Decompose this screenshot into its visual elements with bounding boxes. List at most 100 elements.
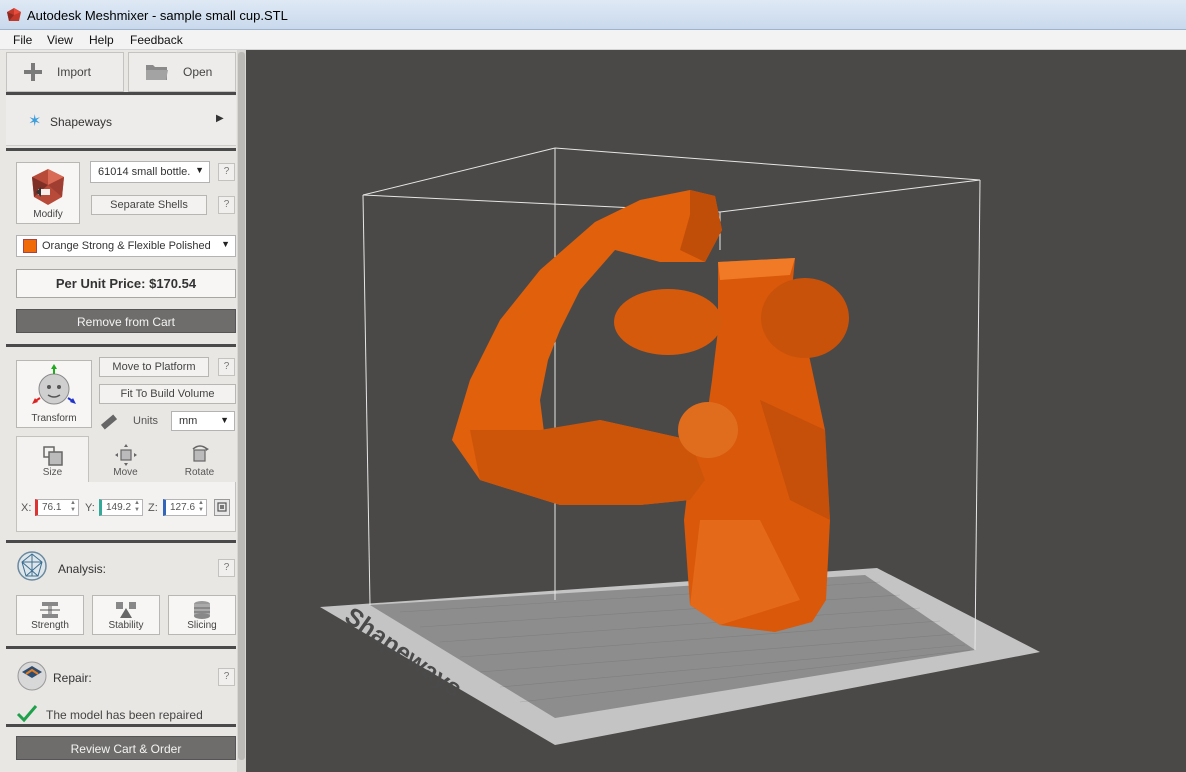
menu-help[interactable]: Help bbox=[89, 33, 114, 47]
strength-button[interactable]: Strength bbox=[16, 595, 84, 635]
size-coordinates: X: 76.1 ▲ ▼ Y: 149.2 ▲ ▼ Z: 127.6 ▲ ▼ bbox=[16, 482, 236, 532]
analysis-icon bbox=[17, 551, 47, 581]
transform-icon bbox=[32, 364, 76, 405]
help-button[interactable]: ? bbox=[218, 163, 235, 181]
chevron-down-icon: ▼ bbox=[220, 415, 229, 425]
tab-rotate-label: Rotate bbox=[184, 467, 215, 478]
x-size-value: 76.1 bbox=[42, 502, 62, 513]
panel-scrollbar[interactable] bbox=[237, 50, 246, 772]
shapeways-row[interactable]: ✶ Shapeways ▶ bbox=[6, 96, 236, 146]
x-size-input[interactable]: 76.1 ▲ ▼ bbox=[35, 499, 79, 516]
tab-move-label: Move bbox=[113, 467, 138, 478]
window-title: Autodesk Meshmixer - sample small cup.ST… bbox=[27, 8, 288, 23]
section-divider bbox=[6, 344, 236, 347]
spinner-arrows-icon[interactable]: ▲ ▼ bbox=[134, 500, 140, 514]
separate-shells-button[interactable]: Separate Shells bbox=[91, 195, 207, 215]
units-label: Units bbox=[133, 415, 159, 427]
section-divider bbox=[6, 724, 236, 727]
repair-status: The model has been repaired bbox=[46, 708, 203, 722]
scrollbar-thumb[interactable] bbox=[238, 52, 245, 760]
move-to-platform-button[interactable]: Move to Platform bbox=[99, 357, 209, 377]
z-size-input[interactable]: 127.6 ▲ ▼ bbox=[163, 499, 207, 516]
review-cart-order-button[interactable]: Review Cart & Order bbox=[16, 736, 236, 760]
size-icon bbox=[42, 446, 63, 466]
slicing-button[interactable]: Slicing bbox=[168, 595, 236, 635]
shapeways-star-icon: ✶ bbox=[28, 113, 42, 130]
fit-to-build-volume-button[interactable]: Fit To Build Volume bbox=[99, 384, 236, 404]
z-size-value: 127.6 bbox=[170, 502, 196, 513]
strength-icon bbox=[40, 602, 60, 618]
section-divider bbox=[6, 148, 236, 151]
menu-view[interactable]: View bbox=[47, 33, 73, 47]
section-divider bbox=[6, 540, 236, 543]
x-label: X: bbox=[21, 502, 32, 514]
folder-icon bbox=[145, 62, 169, 82]
platform-grid bbox=[370, 575, 975, 718]
model-select-value: 61014 small bottle. bbox=[98, 166, 191, 178]
help-button[interactable]: ? bbox=[218, 358, 235, 376]
help-button[interactable]: ? bbox=[218, 668, 235, 686]
chevron-down-icon: ▼ bbox=[221, 239, 230, 249]
units-select[interactable]: mm ▼ bbox=[171, 411, 235, 431]
material-select[interactable]: Orange Strong & Flexible Polished ▼ bbox=[16, 235, 236, 257]
left-panel: Import Open ✶ Shapeways ▶ Modify 61014 s… bbox=[0, 50, 246, 772]
section-divider bbox=[6, 646, 236, 649]
window-title-bar: Autodesk Meshmixer - sample small cup.ST… bbox=[0, 0, 1186, 30]
menu-file[interactable]: File bbox=[13, 33, 32, 47]
modify-label: Modify bbox=[33, 209, 63, 220]
import-label: Import bbox=[57, 65, 92, 79]
transform-tabs: Size Move Rotate bbox=[16, 436, 236, 482]
3d-viewport[interactable]: Shapeways bbox=[246, 50, 1186, 772]
rotate-icon bbox=[192, 445, 209, 462]
transform-tool-button[interactable]: Transform bbox=[16, 360, 92, 428]
remove-from-cart-button[interactable]: Remove from Cart bbox=[16, 309, 236, 333]
open-label: Open bbox=[183, 65, 213, 79]
stability-button[interactable]: Stability bbox=[92, 595, 160, 635]
move-icon bbox=[114, 444, 137, 466]
analysis-label: Analysis: bbox=[58, 562, 107, 576]
menu-bar: File View Help Feedback bbox=[0, 30, 1186, 50]
model-select[interactable]: 61014 small bottle. ▼ bbox=[90, 161, 210, 183]
3d-model[interactable] bbox=[452, 190, 849, 632]
uniform-scale-lock-button[interactable] bbox=[214, 499, 230, 516]
tab-move[interactable]: Move bbox=[89, 436, 162, 482]
units-select-value: mm bbox=[179, 415, 198, 427]
stability-icon bbox=[116, 602, 136, 618]
tab-size-label: Size bbox=[42, 467, 63, 478]
import-button[interactable]: Import bbox=[6, 52, 124, 92]
viewport-scene: Shapeways bbox=[320, 147, 1040, 745]
meshmixer-app-icon bbox=[7, 8, 21, 21]
spinner-arrows-icon[interactable]: ▲ ▼ bbox=[198, 500, 204, 514]
spinner-arrows-icon[interactable]: ▲ ▼ bbox=[70, 500, 76, 514]
modify-icon bbox=[32, 169, 64, 205]
stability-label: Stability bbox=[108, 620, 144, 631]
menu-feedback[interactable]: Feedback bbox=[130, 33, 183, 47]
plus-icon bbox=[23, 62, 43, 82]
y-size-value: 149.2 bbox=[106, 502, 132, 513]
tab-rotate[interactable]: Rotate bbox=[163, 436, 236, 482]
checkmark-icon bbox=[16, 705, 38, 723]
modify-tool-button[interactable]: Modify bbox=[16, 162, 80, 224]
repair-icon bbox=[17, 661, 47, 691]
shapeways-label: Shapeways bbox=[50, 115, 113, 129]
slicing-label: Slicing bbox=[187, 620, 217, 631]
y-size-input[interactable]: 149.2 ▲ ▼ bbox=[99, 499, 143, 516]
open-button[interactable]: Open bbox=[128, 52, 236, 92]
section-divider bbox=[6, 92, 236, 95]
chevron-down-icon: ▼ bbox=[195, 165, 204, 175]
slicing-icon bbox=[194, 601, 210, 619]
transform-label: Transform bbox=[31, 413, 77, 424]
help-button[interactable]: ? bbox=[218, 196, 235, 214]
y-label: Y: bbox=[85, 502, 95, 514]
strength-label: Strength bbox=[31, 620, 69, 631]
link-icon bbox=[217, 502, 227, 512]
help-button[interactable]: ? bbox=[218, 559, 235, 577]
material-select-value: Orange Strong & Flexible Polished bbox=[42, 240, 211, 252]
ruler-icon bbox=[100, 414, 118, 430]
repair-label: Repair: bbox=[53, 671, 92, 685]
per-unit-price: Per Unit Price: $170.54 bbox=[16, 269, 236, 298]
material-swatch bbox=[23, 239, 37, 253]
z-label: Z: bbox=[148, 502, 158, 514]
expand-arrow-icon: ▶ bbox=[216, 113, 224, 124]
tab-size[interactable]: Size bbox=[16, 436, 89, 482]
